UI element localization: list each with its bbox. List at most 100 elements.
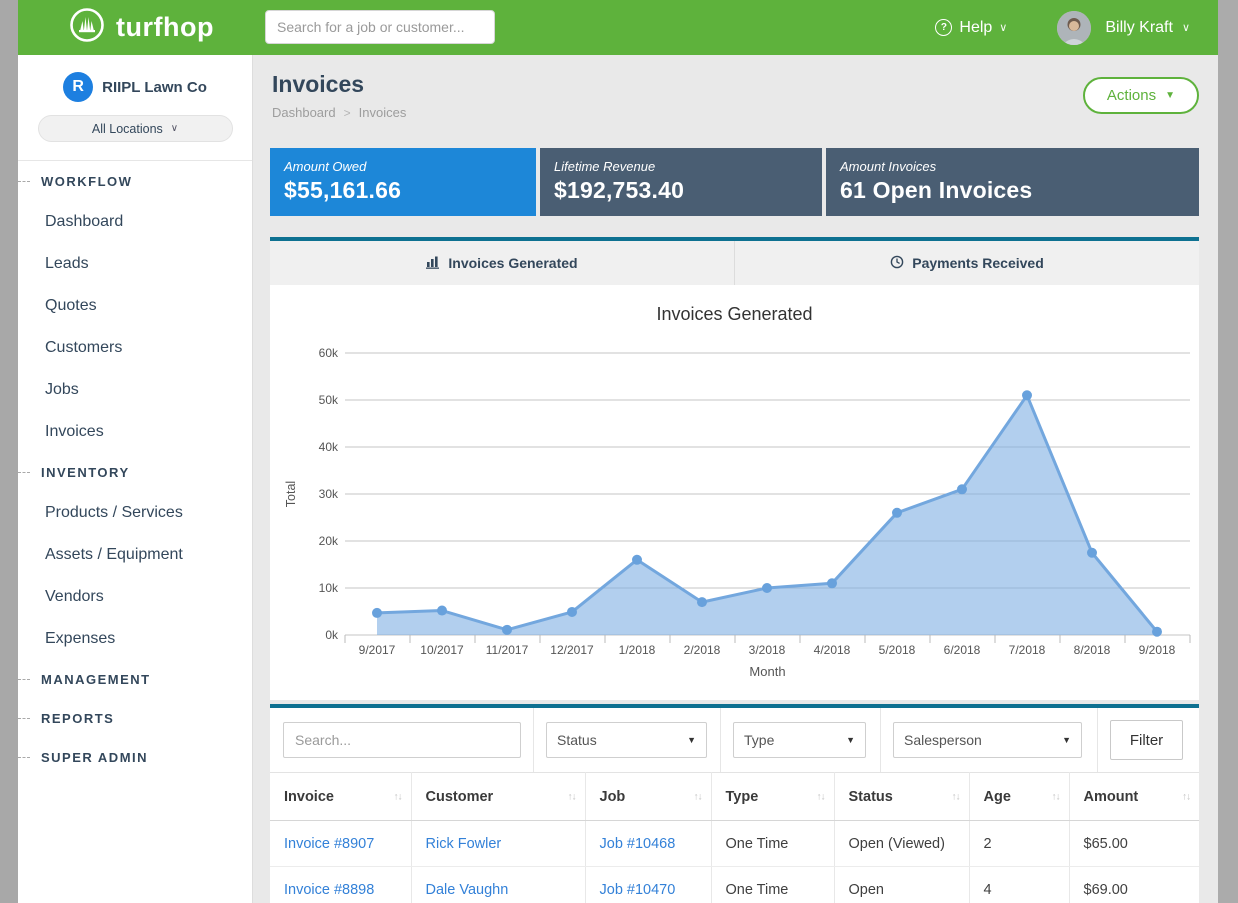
- customer-link[interactable]: Rick Fowler: [426, 836, 502, 852]
- job-link[interactable]: Job #10468: [600, 836, 676, 852]
- chart-point: [632, 555, 642, 565]
- svg-text:40k: 40k: [319, 440, 339, 454]
- chart-panel: Invoices GeneratedPayments Received 0k 10…: [270, 237, 1199, 700]
- status-select[interactable]: Status▼: [546, 722, 707, 758]
- svg-text:6/2018: 6/2018: [944, 643, 981, 657]
- column-header-amount[interactable]: Amount↑↓: [1069, 773, 1199, 821]
- sidebar-item-invoices[interactable]: Invoices: [18, 411, 252, 453]
- sidebar-item-vendors[interactable]: Vendors: [18, 576, 252, 618]
- chevron-down-icon: ▼: [1165, 90, 1175, 101]
- sidebar-section-workflow[interactable]: WORKFLOW: [18, 162, 252, 201]
- cell-amount: $69.00: [1069, 867, 1199, 903]
- sort-icon[interactable]: ↑↓: [394, 791, 402, 802]
- cell-status: Open: [834, 867, 969, 903]
- sort-icon[interactable]: ↑↓: [1052, 791, 1060, 802]
- svg-text:7/2018: 7/2018: [1009, 643, 1046, 657]
- svg-text:10/2017: 10/2017: [420, 643, 464, 657]
- location-selector[interactable]: All Locations ∨: [38, 115, 233, 142]
- job-link[interactable]: Job #10470: [600, 882, 676, 898]
- svg-text:4/2018: 4/2018: [814, 643, 851, 657]
- turfhop-grass-icon: [68, 6, 106, 49]
- brand-logo[interactable]: turfhop: [68, 6, 214, 49]
- chevron-down-icon: ∨: [1182, 21, 1190, 34]
- salesperson-select[interactable]: Salesperson▼: [893, 722, 1082, 758]
- sidebar-item-expenses[interactable]: Expenses: [18, 618, 252, 660]
- cell-job: Job #10468: [585, 821, 711, 867]
- type-select[interactable]: Type▼: [733, 722, 866, 758]
- user-name: Billy Kraft: [1105, 19, 1173, 37]
- section-dash-icon: [18, 472, 30, 473]
- tab-invoices-generated[interactable]: Invoices Generated: [270, 241, 734, 285]
- sidebar-item-jobs[interactable]: Jobs: [18, 369, 252, 411]
- invoices-table-panel: Status▼ Type▼ Salesperson▼ Filter Invoic…: [270, 704, 1199, 903]
- chart-point: [567, 607, 577, 617]
- column-header-type[interactable]: Type↑↓: [711, 773, 834, 821]
- sidebar-item-dashboard[interactable]: Dashboard: [18, 201, 252, 243]
- svg-text:12/2017: 12/2017: [550, 643, 594, 657]
- breadcrumb-separator-icon: >: [344, 106, 351, 120]
- sidebar-section-management[interactable]: MANAGEMENT: [18, 660, 252, 699]
- window-scrollbar-right[interactable]: [1218, 0, 1238, 903]
- table-body: Invoice #8907 Rick Fowler Job #10468 One Ti…: [270, 821, 1199, 903]
- page-title: Invoices: [272, 71, 1199, 98]
- select-arrow-icon: ▼: [687, 735, 696, 745]
- global-search-input[interactable]: [265, 10, 495, 44]
- cell-status: Open (Viewed): [834, 821, 969, 867]
- cell-customer: Rick Fowler: [411, 821, 585, 867]
- stat-card-amount-owed: Amount Owed$55,161.66: [270, 148, 536, 216]
- breadcrumb-dashboard[interactable]: Dashboard: [272, 105, 336, 120]
- column-header-status[interactable]: Status↑↓: [834, 773, 969, 821]
- sidebar-item-customers[interactable]: Customers: [18, 327, 252, 369]
- column-header-invoice[interactable]: Invoice↑↓: [270, 773, 411, 821]
- top-header: turfhop ? Help ∨ Billy Kraft ∨: [18, 0, 1218, 55]
- tab-payments-received[interactable]: Payments Received: [734, 241, 1199, 285]
- column-header-age[interactable]: Age↑↓: [969, 773, 1069, 821]
- svg-text:0k: 0k: [325, 628, 339, 642]
- cell-type: One Time: [711, 821, 834, 867]
- help-label: Help: [959, 19, 992, 37]
- sort-icon[interactable]: ↑↓: [694, 791, 702, 802]
- sidebar-section-inventory[interactable]: INVENTORY: [18, 453, 252, 492]
- sidebar-item-assets-equipment[interactable]: Assets / Equipment: [18, 534, 252, 576]
- chart-point: [502, 625, 512, 635]
- svg-text:2/2018: 2/2018: [684, 643, 721, 657]
- chart-point: [762, 583, 772, 593]
- invoice-link[interactable]: Invoice #8898: [284, 882, 374, 898]
- customer-link[interactable]: Dale Vaughn: [426, 882, 509, 898]
- actions-button[interactable]: Actions ▼: [1083, 77, 1199, 114]
- sidebar-nav: WORKFLOWDashboardLeadsQuotesCustomersJob…: [18, 161, 252, 777]
- svg-text:50k: 50k: [319, 393, 339, 407]
- sort-icon[interactable]: ↑↓: [568, 791, 576, 802]
- sidebar-section-reports[interactable]: REPORTS: [18, 699, 252, 738]
- filter-divider: [1097, 708, 1098, 772]
- filter-button[interactable]: Filter: [1110, 720, 1183, 760]
- help-menu[interactable]: ? Help ∨: [935, 19, 1007, 37]
- sort-icon[interactable]: ↑↓: [952, 791, 960, 802]
- sidebar: R RIIPL Lawn Co All Locations ∨ WORKFLOW…: [18, 55, 253, 903]
- cell-age: 4: [969, 867, 1069, 903]
- cell-type: One Time: [711, 867, 834, 903]
- breadcrumb-invoices: Invoices: [359, 105, 407, 120]
- sidebar-section-super-admin[interactable]: SUPER ADMIN: [18, 738, 252, 777]
- sidebar-item-quotes[interactable]: Quotes: [18, 285, 252, 327]
- column-header-customer[interactable]: Customer↑↓: [411, 773, 585, 821]
- sort-icon[interactable]: ↑↓: [1182, 791, 1190, 802]
- chart-point: [1022, 390, 1032, 400]
- chart-point: [957, 484, 967, 494]
- table-search-input[interactable]: [283, 722, 521, 758]
- sort-icon[interactable]: ↑↓: [817, 791, 825, 802]
- column-header-job[interactable]: Job↑↓: [585, 773, 711, 821]
- user-avatar[interactable]: [1057, 11, 1091, 45]
- invoice-link[interactable]: Invoice #8907: [284, 836, 374, 852]
- user-menu[interactable]: Billy Kraft ∨: [1105, 19, 1190, 37]
- svg-text:Month: Month: [749, 664, 785, 679]
- svg-text:10k: 10k: [319, 581, 339, 595]
- invoices-generated-chart: 0k10k20k30k40k50k60k9/201710/201711/2017…: [270, 285, 1199, 700]
- filter-divider: [533, 708, 534, 772]
- filter-divider: [880, 708, 881, 772]
- help-icon: ?: [935, 19, 952, 36]
- sidebar-item-products-services[interactable]: Products / Services: [18, 492, 252, 534]
- window-gutter-left: [0, 0, 18, 903]
- sidebar-item-leads[interactable]: Leads: [18, 243, 252, 285]
- chevron-down-icon: ∨: [171, 123, 178, 134]
